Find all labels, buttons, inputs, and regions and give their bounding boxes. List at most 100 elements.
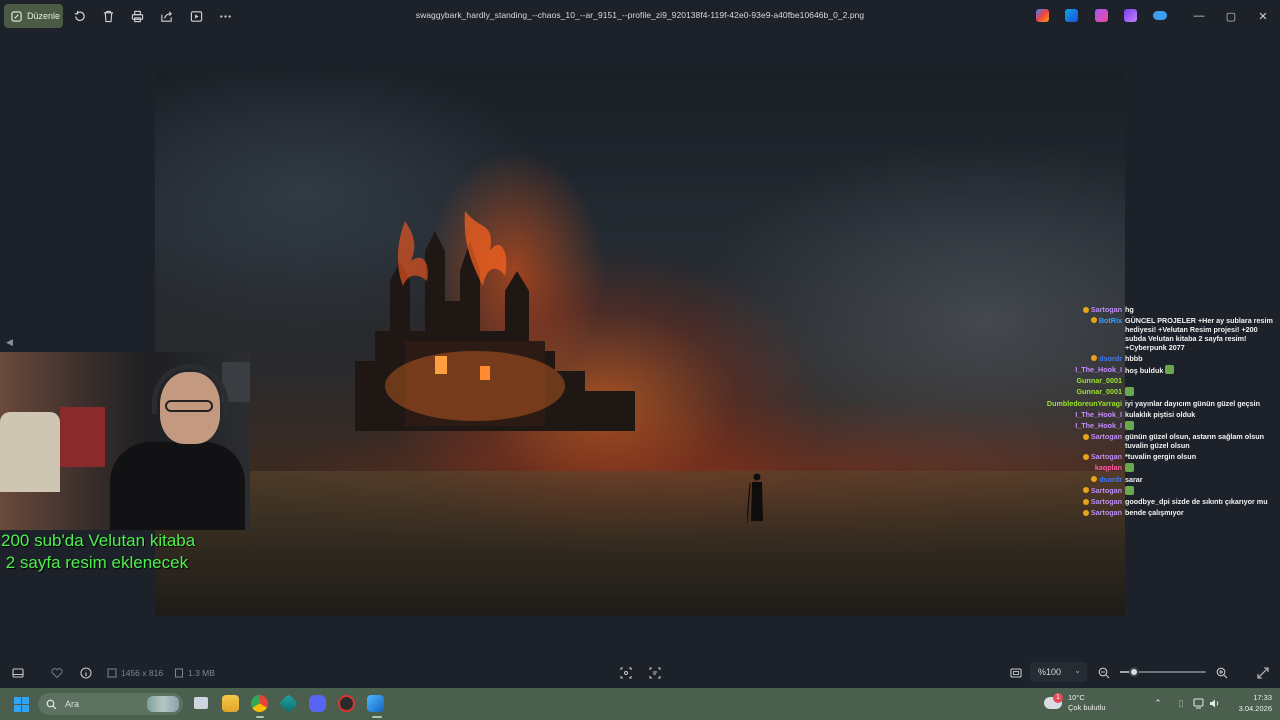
- delete-icon[interactable]: [101, 9, 115, 23]
- chat-message: Gunnar_0001: [1040, 376, 1276, 385]
- chevron-up-icon[interactable]: ⌃: [1152, 698, 1164, 710]
- notification-badge: 1: [1053, 693, 1063, 703]
- chat-message: I_The_Hook_I hoş bulduk: [1040, 364, 1276, 375]
- info-icon[interactable]: [79, 666, 92, 679]
- zoom-out-icon[interactable]: [1097, 666, 1110, 679]
- chat-username: I_The_Hook_I: [1075, 364, 1122, 374]
- more-icon[interactable]: [218, 9, 232, 23]
- chat-user[interactable]: Gunnar_0001: [1040, 376, 1125, 385]
- chat-message-body: sarar: [1125, 475, 1276, 484]
- chat-emote-icon: [1125, 485, 1134, 495]
- filmstrip-icon[interactable]: [11, 666, 24, 679]
- clipchamp-icon[interactable]: [1095, 9, 1108, 22]
- task-view-icon[interactable]: [194, 697, 208, 709]
- chat-message-body: kulaklık piştisi olduk: [1125, 410, 1276, 419]
- photos-icon[interactable]: [367, 695, 384, 712]
- chat-text: hoş bulduk: [1125, 365, 1164, 375]
- chat-user[interactable]: BotRix: [1040, 316, 1125, 325]
- search-icon: [46, 699, 57, 709]
- chat-message: Sartogan: [1040, 485, 1276, 496]
- edit-button[interactable]: Düzenle: [4, 4, 63, 28]
- start-button-icon[interactable]: [14, 697, 29, 712]
- zoom-level-select[interactable]: %100 ⌄: [1030, 662, 1087, 682]
- chat-user[interactable]: I_The_Hook_I: [1040, 410, 1125, 419]
- subscriber-badge-icon: [1082, 433, 1089, 440]
- image-canvas[interactable]: [155, 71, 1125, 616]
- slideshow-icon[interactable]: [189, 9, 203, 23]
- chat-text: hbbb: [1125, 353, 1143, 363]
- chat-message-body: [1125, 420, 1276, 431]
- rotate-icon[interactable]: [72, 9, 86, 23]
- minimize-button[interactable]: —: [1191, 8, 1207, 24]
- designer-icon[interactable]: [1065, 9, 1078, 22]
- chat-message: Sartogan hg: [1040, 305, 1276, 314]
- chat-text: sarar: [1125, 474, 1143, 484]
- webcam-overlay: [0, 352, 250, 530]
- standing-figure: [747, 473, 763, 523]
- copilot-icon[interactable]: [1036, 9, 1049, 22]
- weather-widget[interactable]: 1 10°C Çok bulutlu: [1044, 693, 1106, 713]
- text-recognition-icon[interactable]: [648, 666, 661, 679]
- fit-to-window-icon[interactable]: [1009, 666, 1022, 679]
- edit-icon: [11, 10, 22, 22]
- taskbar-search[interactable]: Ara: [38, 693, 183, 715]
- discord-icon[interactable]: [309, 695, 326, 712]
- chat-message: DumbledoreunYarragi iyi yayınlar dayıcım …: [1040, 399, 1276, 408]
- chat-user[interactable]: dsordr: [1040, 354, 1125, 363]
- fullscreen-icon[interactable]: [1256, 666, 1269, 679]
- chat-message-body: günün güzel olsun, astarın sağlam olsun …: [1125, 432, 1276, 450]
- subscriber-badge-icon: [1091, 355, 1098, 362]
- taskbar-clock[interactable]: 17:33 3.04.2026: [1228, 693, 1272, 714]
- share-icon[interactable]: [159, 9, 173, 23]
- chat-username: Gunnar_0001: [1076, 387, 1122, 397]
- chat-user[interactable]: kaqplan: [1040, 463, 1125, 472]
- chat-text: GÜNCEL PROJELER +Her ay sublara resim he…: [1125, 315, 1273, 353]
- paint-icon[interactable]: [1124, 9, 1137, 22]
- chat-user[interactable]: Gunnar_0001: [1040, 387, 1125, 396]
- chat-emote-icon: [1165, 364, 1175, 374]
- chat-username: kaqplan: [1094, 462, 1122, 472]
- zoom-in-icon[interactable]: [1215, 666, 1228, 679]
- chat-message: kaqplan: [1040, 462, 1276, 473]
- chat-user[interactable]: Sartogan: [1040, 497, 1125, 506]
- chat-message: I_The_Hook_I: [1040, 420, 1276, 431]
- print-icon[interactable]: [130, 9, 144, 23]
- search-placeholder: Ara: [65, 699, 80, 709]
- weather-temperature: 10°C: [1068, 693, 1085, 702]
- chrome-icon[interactable]: [251, 695, 268, 712]
- chat-text: goodbye_dpi sizde de sıkıntı çıkarıyor m…: [1125, 497, 1268, 507]
- maximize-button[interactable]: ▢: [1223, 8, 1239, 24]
- chat-user[interactable]: I_The_Hook_I: [1040, 365, 1125, 374]
- chat-user[interactable]: Sartogan: [1040, 305, 1125, 314]
- subscriber-badge-icon: [1082, 306, 1089, 313]
- zoom-level-value: %100: [1038, 667, 1062, 677]
- stream-overlay-line-2: 2 sayfa resim eklenecek: [1, 553, 189, 572]
- network-icon[interactable]: [1192, 698, 1204, 710]
- obs-icon[interactable]: [338, 695, 355, 712]
- chat-username: I_The_Hook_I: [1075, 409, 1122, 419]
- file-size-text: 1.3 MB: [188, 668, 215, 678]
- crop-icon[interactable]: [619, 666, 632, 679]
- file-explorer-icon[interactable]: [222, 695, 239, 712]
- favorite-icon[interactable]: [50, 666, 63, 679]
- chat-message: Gunnar_0001: [1040, 387, 1276, 397]
- chat-text: iyi yayınlar dayıcım günün güzel geçsin: [1125, 398, 1261, 408]
- onedrive-icon[interactable]: [1153, 11, 1167, 20]
- zoom-slider-thumb[interactable]: [1128, 667, 1139, 677]
- chat-user[interactable]: I_The_Hook_I: [1040, 421, 1125, 430]
- chat-user[interactable]: Sartogan: [1040, 508, 1125, 517]
- chat-user[interactable]: DumbledoreunYarragi: [1040, 399, 1125, 408]
- volume-icon[interactable]: [1208, 698, 1220, 710]
- chat-message-body: goodbye_dpi sizde de sıkıntı çıkarıyor m…: [1125, 497, 1276, 506]
- chat-user[interactable]: Sartogan: [1040, 452, 1125, 461]
- chat-user[interactable]: Sartogan: [1040, 432, 1125, 441]
- chat-username: Gunnar_0001: [1076, 376, 1122, 386]
- dimensions-text: 1456 x 816: [121, 668, 164, 678]
- close-button[interactable]: ✕: [1255, 8, 1271, 24]
- tray-app-icon[interactable]: ▯: [1175, 698, 1187, 710]
- search-highlight-image: [147, 696, 179, 712]
- previous-image-arrow[interactable]: ◀: [6, 337, 13, 348]
- chat-user[interactable]: dsordr: [1040, 475, 1125, 484]
- chat-user[interactable]: Sartogan: [1040, 486, 1125, 495]
- zoom-slider[interactable]: [1120, 667, 1206, 677]
